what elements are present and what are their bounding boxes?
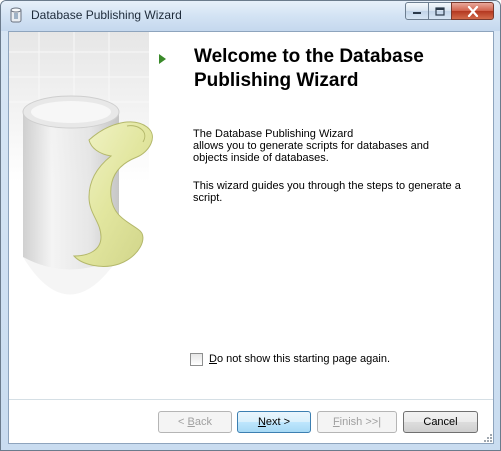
play-arrow-icon <box>159 54 166 64</box>
dont-show-again-checkbox[interactable] <box>190 353 203 366</box>
wizard-page: Welcome to the Database Publishing Wizar… <box>8 31 494 444</box>
intro-line3: objects inside of databases. <box>193 152 329 164</box>
guide-line2: script. <box>193 192 223 204</box>
finish-accel: F <box>332 416 340 428</box>
minimize-button[interactable] <box>405 2 429 20</box>
dont-show-again-label[interactable]: Do not show this starting page again. <box>209 353 390 365</box>
resize-grip-icon[interactable] <box>481 431 493 443</box>
finish-button[interactable]: Finish >>| <box>317 411 397 433</box>
cancel-button[interactable]: Cancel <box>403 411 478 433</box>
page-title-line2: Publishing Wizard <box>194 70 359 91</box>
guide-line1: This wizard guides you through the steps… <box>193 180 461 192</box>
maximize-icon <box>435 6 445 16</box>
next-accel: N <box>257 416 266 428</box>
finish-text: inish >>| <box>339 416 382 428</box>
database-icon <box>10 7 22 23</box>
back-text: ack <box>194 416 212 428</box>
close-icon <box>467 5 478 17</box>
database-scroll-illustration <box>9 32 153 295</box>
button-bar-divider <box>9 399 493 400</box>
intro-paragraph: The Database Publishing Wizard allows yo… <box>193 128 478 164</box>
back-accel: B <box>187 416 195 428</box>
minimize-icon <box>413 12 421 14</box>
dont-show-again-accel: D <box>209 353 217 365</box>
back-button[interactable]: < Back <box>158 411 232 433</box>
intro-line2: allows you to generate scripts for datab… <box>193 140 430 152</box>
maximize-button[interactable] <box>428 2 452 20</box>
back-prefix: < <box>178 416 188 428</box>
wizard-window: Database Publishing Wizard Welcome to th… <box>0 0 501 451</box>
intro-line1: The Database Publishing Wizard <box>193 128 354 140</box>
title-bar[interactable]: Database Publishing Wizard <box>1 1 500 31</box>
window-title: Database Publishing Wizard <box>31 8 182 22</box>
dont-show-again-text: o not show this starting page again. <box>216 353 391 365</box>
next-button[interactable]: Next > <box>237 411 311 433</box>
guide-paragraph: This wizard guides you through the steps… <box>193 180 478 204</box>
page-title-line1: Welcome to the Database <box>194 46 424 67</box>
next-text: ext > <box>265 416 291 428</box>
page-title: Welcome to the Database Publishing Wizar… <box>194 45 484 93</box>
close-button[interactable] <box>451 2 494 20</box>
